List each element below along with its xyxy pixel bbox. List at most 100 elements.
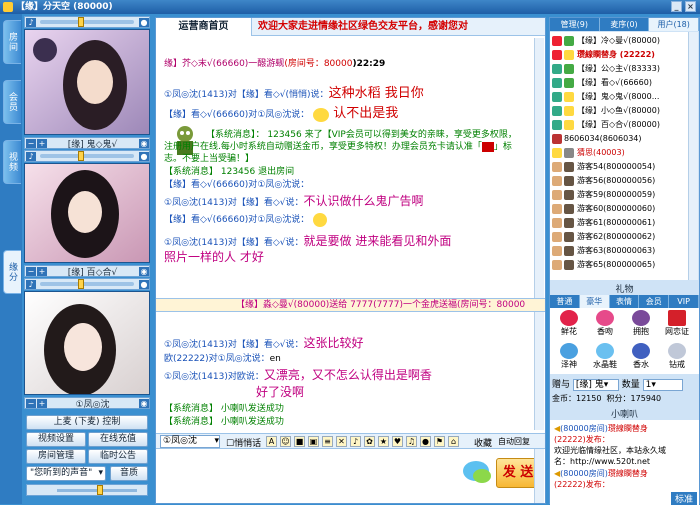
- minus-icon[interactable]: −: [26, 138, 36, 148]
- user-list-scrollbar[interactable]: [688, 32, 698, 280]
- heart-icon[interactable]: ♥: [392, 436, 403, 447]
- video3-controls[interactable]: ♪ ●: [24, 278, 150, 290]
- tab-gift-emote[interactable]: 表情: [610, 295, 640, 308]
- color-icon[interactable]: ■: [294, 436, 305, 447]
- minimize-icon[interactable]: _: [671, 1, 682, 12]
- user-row[interactable]: 游客59(800000059): [550, 188, 688, 202]
- chat-line: 【缘】看◇√(66660)对①凤◎沈说：: [164, 180, 310, 190]
- image-icon[interactable]: ▣: [308, 436, 319, 447]
- public-chat-scrollbar[interactable]: [534, 38, 544, 298]
- user-row[interactable]: 【缘】小◇鱼√(80000): [550, 104, 688, 118]
- plus-icon[interactable]: +: [37, 266, 47, 276]
- camera-icon[interactable]: ●: [139, 151, 149, 161]
- scroll-icon[interactable]: ≡: [322, 436, 333, 447]
- user-row[interactable]: 【缘】公◇主√(83333): [550, 62, 688, 76]
- user-row[interactable]: 【缘】百◇合√(80000): [550, 118, 688, 132]
- tab-video[interactable]: 视频: [3, 140, 21, 184]
- user-row[interactable]: 瓒線瞷替身 (22222): [550, 48, 688, 62]
- user-row[interactable]: 游客65(800000065): [550, 258, 688, 272]
- flag-icon[interactable]: ⚑: [434, 436, 445, 447]
- mic-control-button[interactable]: 上麦 (下麦) 控制: [26, 415, 148, 430]
- gift-flower[interactable]: 鲜花: [552, 309, 586, 341]
- gift-hug[interactable]: 拥抱: [624, 309, 658, 341]
- gift-item-5[interactable]: 泽神: [552, 342, 586, 374]
- record-icon[interactable]: ●: [420, 436, 431, 447]
- user-row[interactable]: 游客61(800000061): [550, 216, 688, 230]
- clear-icon[interactable]: ✕: [336, 436, 347, 447]
- room-manage-button[interactable]: 房间管理: [26, 449, 86, 464]
- gift-ring[interactable]: 钻戒: [660, 342, 694, 374]
- speaker-icon[interactable]: ♪: [26, 279, 36, 289]
- volume-slider[interactable]: [97, 485, 103, 495]
- gift-icon[interactable]: ✿: [364, 436, 375, 447]
- tab-gift-luxury[interactable]: 豪华: [579, 295, 610, 308]
- bell-icon[interactable]: ♫: [406, 436, 417, 447]
- perfume-icon: [632, 343, 650, 359]
- volume-slider[interactable]: [77, 17, 84, 27]
- online-recharge-button[interactable]: 在线充值: [88, 432, 148, 447]
- sound-quality-button[interactable]: 音质: [110, 466, 148, 481]
- tab-operator-home[interactable]: 运营商首页: [156, 18, 252, 36]
- whisper-toggle[interactable]: ☐悄悄话: [226, 436, 261, 449]
- status-label[interactable]: 标准: [670, 492, 697, 505]
- speaker-icon[interactable]: ♪: [26, 151, 36, 161]
- font-icon[interactable]: A: [266, 436, 277, 447]
- camera-icon[interactable]: ●: [139, 279, 149, 289]
- mic-icon[interactable]: ◉: [139, 398, 149, 408]
- gift-perfume[interactable]: 香水: [624, 342, 658, 374]
- user-row[interactable]: 游客54(800000054): [550, 160, 688, 174]
- user-row[interactable]: 8606034(8606034): [550, 132, 688, 146]
- user-row[interactable]: 【缘】冷◇曼√(80000): [550, 34, 688, 48]
- tab-gift-normal[interactable]: 普通: [550, 295, 580, 308]
- video-settings-button[interactable]: 视频设置: [26, 432, 86, 447]
- gift-love-certificate[interactable]: 网恋证: [660, 309, 694, 341]
- private-chat-scrollbar[interactable]: [534, 312, 544, 430]
- plus-icon[interactable]: +: [37, 138, 47, 148]
- sound-icon[interactable]: ♪: [350, 436, 361, 447]
- volume-slider[interactable]: [77, 151, 84, 161]
- speaker-icon[interactable]: ♪: [26, 17, 36, 27]
- mic-icon[interactable]: ◉: [139, 266, 149, 276]
- sound-select-dropdown[interactable]: "您听到的声音" ▾: [26, 466, 106, 481]
- tab-mic-queue[interactable]: 麦序(0): [600, 18, 650, 31]
- gift-target-select[interactable]: [缘] 鬼▾: [572, 378, 619, 391]
- user-row[interactable]: 游客62(800000062): [550, 230, 688, 244]
- tab-gift-vip[interactable]: VIP: [669, 295, 699, 308]
- tab-room[interactable]: 房间: [3, 20, 21, 64]
- user-row[interactable]: 游客56(800000056): [550, 174, 688, 188]
- video2-name: [缘] 百◇合√: [67, 267, 118, 278]
- user-row[interactable]: 【缘】看◇√(66660): [550, 76, 688, 90]
- video3-namebar: − + ①凤◎沈 ◉: [24, 397, 150, 410]
- tab-users[interactable]: 用户(18): [649, 18, 700, 31]
- plus-icon[interactable]: +: [37, 398, 47, 408]
- input-scrollbar[interactable]: [534, 449, 544, 503]
- volume-slider[interactable]: [77, 279, 84, 289]
- close-icon[interactable]: ×: [685, 1, 696, 12]
- user-row[interactable]: 【缘】鬼◇鬼√(8000...: [550, 90, 688, 104]
- star-icon[interactable]: ★: [378, 436, 389, 447]
- mic-icon[interactable]: ◉: [139, 138, 149, 148]
- message-input[interactable]: [156, 449, 456, 503]
- video2-controls[interactable]: ♪ ●: [24, 150, 150, 162]
- temp-notice-button[interactable]: 临时公告: [88, 449, 148, 464]
- tab-gift-member[interactable]: 会员: [639, 295, 670, 308]
- gift-crystal-shoe[interactable]: 水晶鞋: [588, 342, 622, 374]
- user-row[interactable]: 游客63(800000063): [550, 244, 688, 258]
- gift-kiss[interactable]: 香吻: [588, 309, 622, 341]
- gift-count-select[interactable]: 1▾: [642, 378, 683, 391]
- chat-target-select[interactable]: ①凤◎沈 ▾: [160, 435, 220, 448]
- user-row[interactable]: 猜思(40003): [550, 146, 688, 160]
- camera-icon[interactable]: ●: [139, 17, 149, 27]
- user-row[interactable]: 游客60(800000060): [550, 202, 688, 216]
- minus-icon[interactable]: −: [26, 266, 36, 276]
- video1-controls[interactable]: ♪ ●: [24, 16, 150, 28]
- tab-admins[interactable]: 管理(9): [550, 18, 600, 31]
- auto-reply-button[interactable]: 自动回复: [498, 436, 530, 447]
- collect-button[interactable]: 收藏: [474, 436, 492, 449]
- smiley-icon[interactable]: ☺: [280, 436, 291, 447]
- tab-yuanfen[interactable]: 缘分: [3, 250, 21, 294]
- tab-members[interactable]: 会员: [3, 80, 21, 124]
- minus-icon[interactable]: −: [26, 398, 36, 408]
- lock-icon[interactable]: ⌂: [448, 436, 459, 447]
- volume-bar[interactable]: [26, 484, 148, 496]
